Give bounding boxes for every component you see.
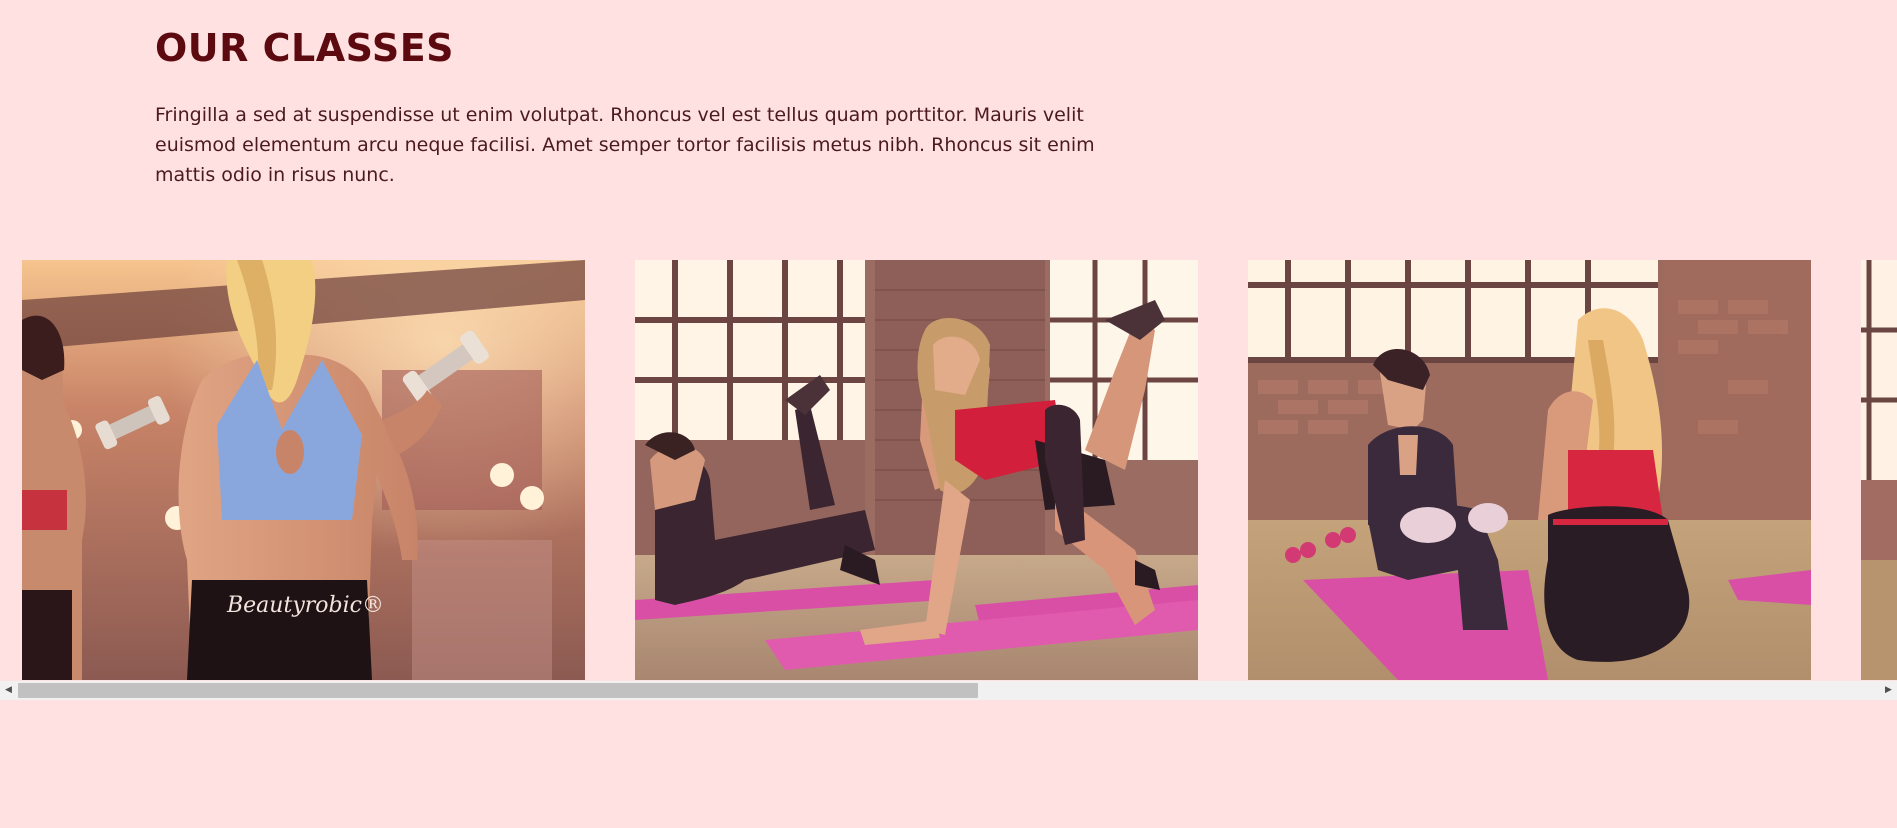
partner-stretch-class-photo — [1248, 260, 1811, 680]
class-slide-partial[interactable] — [1861, 260, 1897, 680]
scroll-right-arrow-icon[interactable]: ▶ — [1880, 681, 1897, 700]
dumbbell-class-photo: Beautyrobic® — [22, 260, 585, 680]
class-slide-kickbacks[interactable] — [635, 260, 1198, 680]
class-gallery[interactable]: Beautyrobic® — [0, 260, 1897, 680]
scroll-left-arrow-icon[interactable]: ◀ — [0, 681, 17, 700]
classes-section-header: OUR CLASSES Fringilla a sed at suspendis… — [155, 22, 1095, 190]
partial-class-photo — [1861, 260, 1897, 680]
scrollbar-thumb[interactable] — [18, 683, 978, 698]
horizontal-scrollbar[interactable]: ◀ ▶ — [0, 681, 1897, 700]
class-slide-partner-stretch[interactable] — [1248, 260, 1811, 680]
section-description: Fringilla a sed at suspendisse ut enim v… — [155, 104, 1095, 186]
class-slide-dumbbells[interactable]: Beautyrobic® — [22, 260, 585, 680]
kickback-class-photo — [635, 260, 1198, 680]
shirt-logo-text: Beautyrobic® — [226, 593, 384, 618]
page-title: OUR CLASSES — [155, 26, 455, 70]
